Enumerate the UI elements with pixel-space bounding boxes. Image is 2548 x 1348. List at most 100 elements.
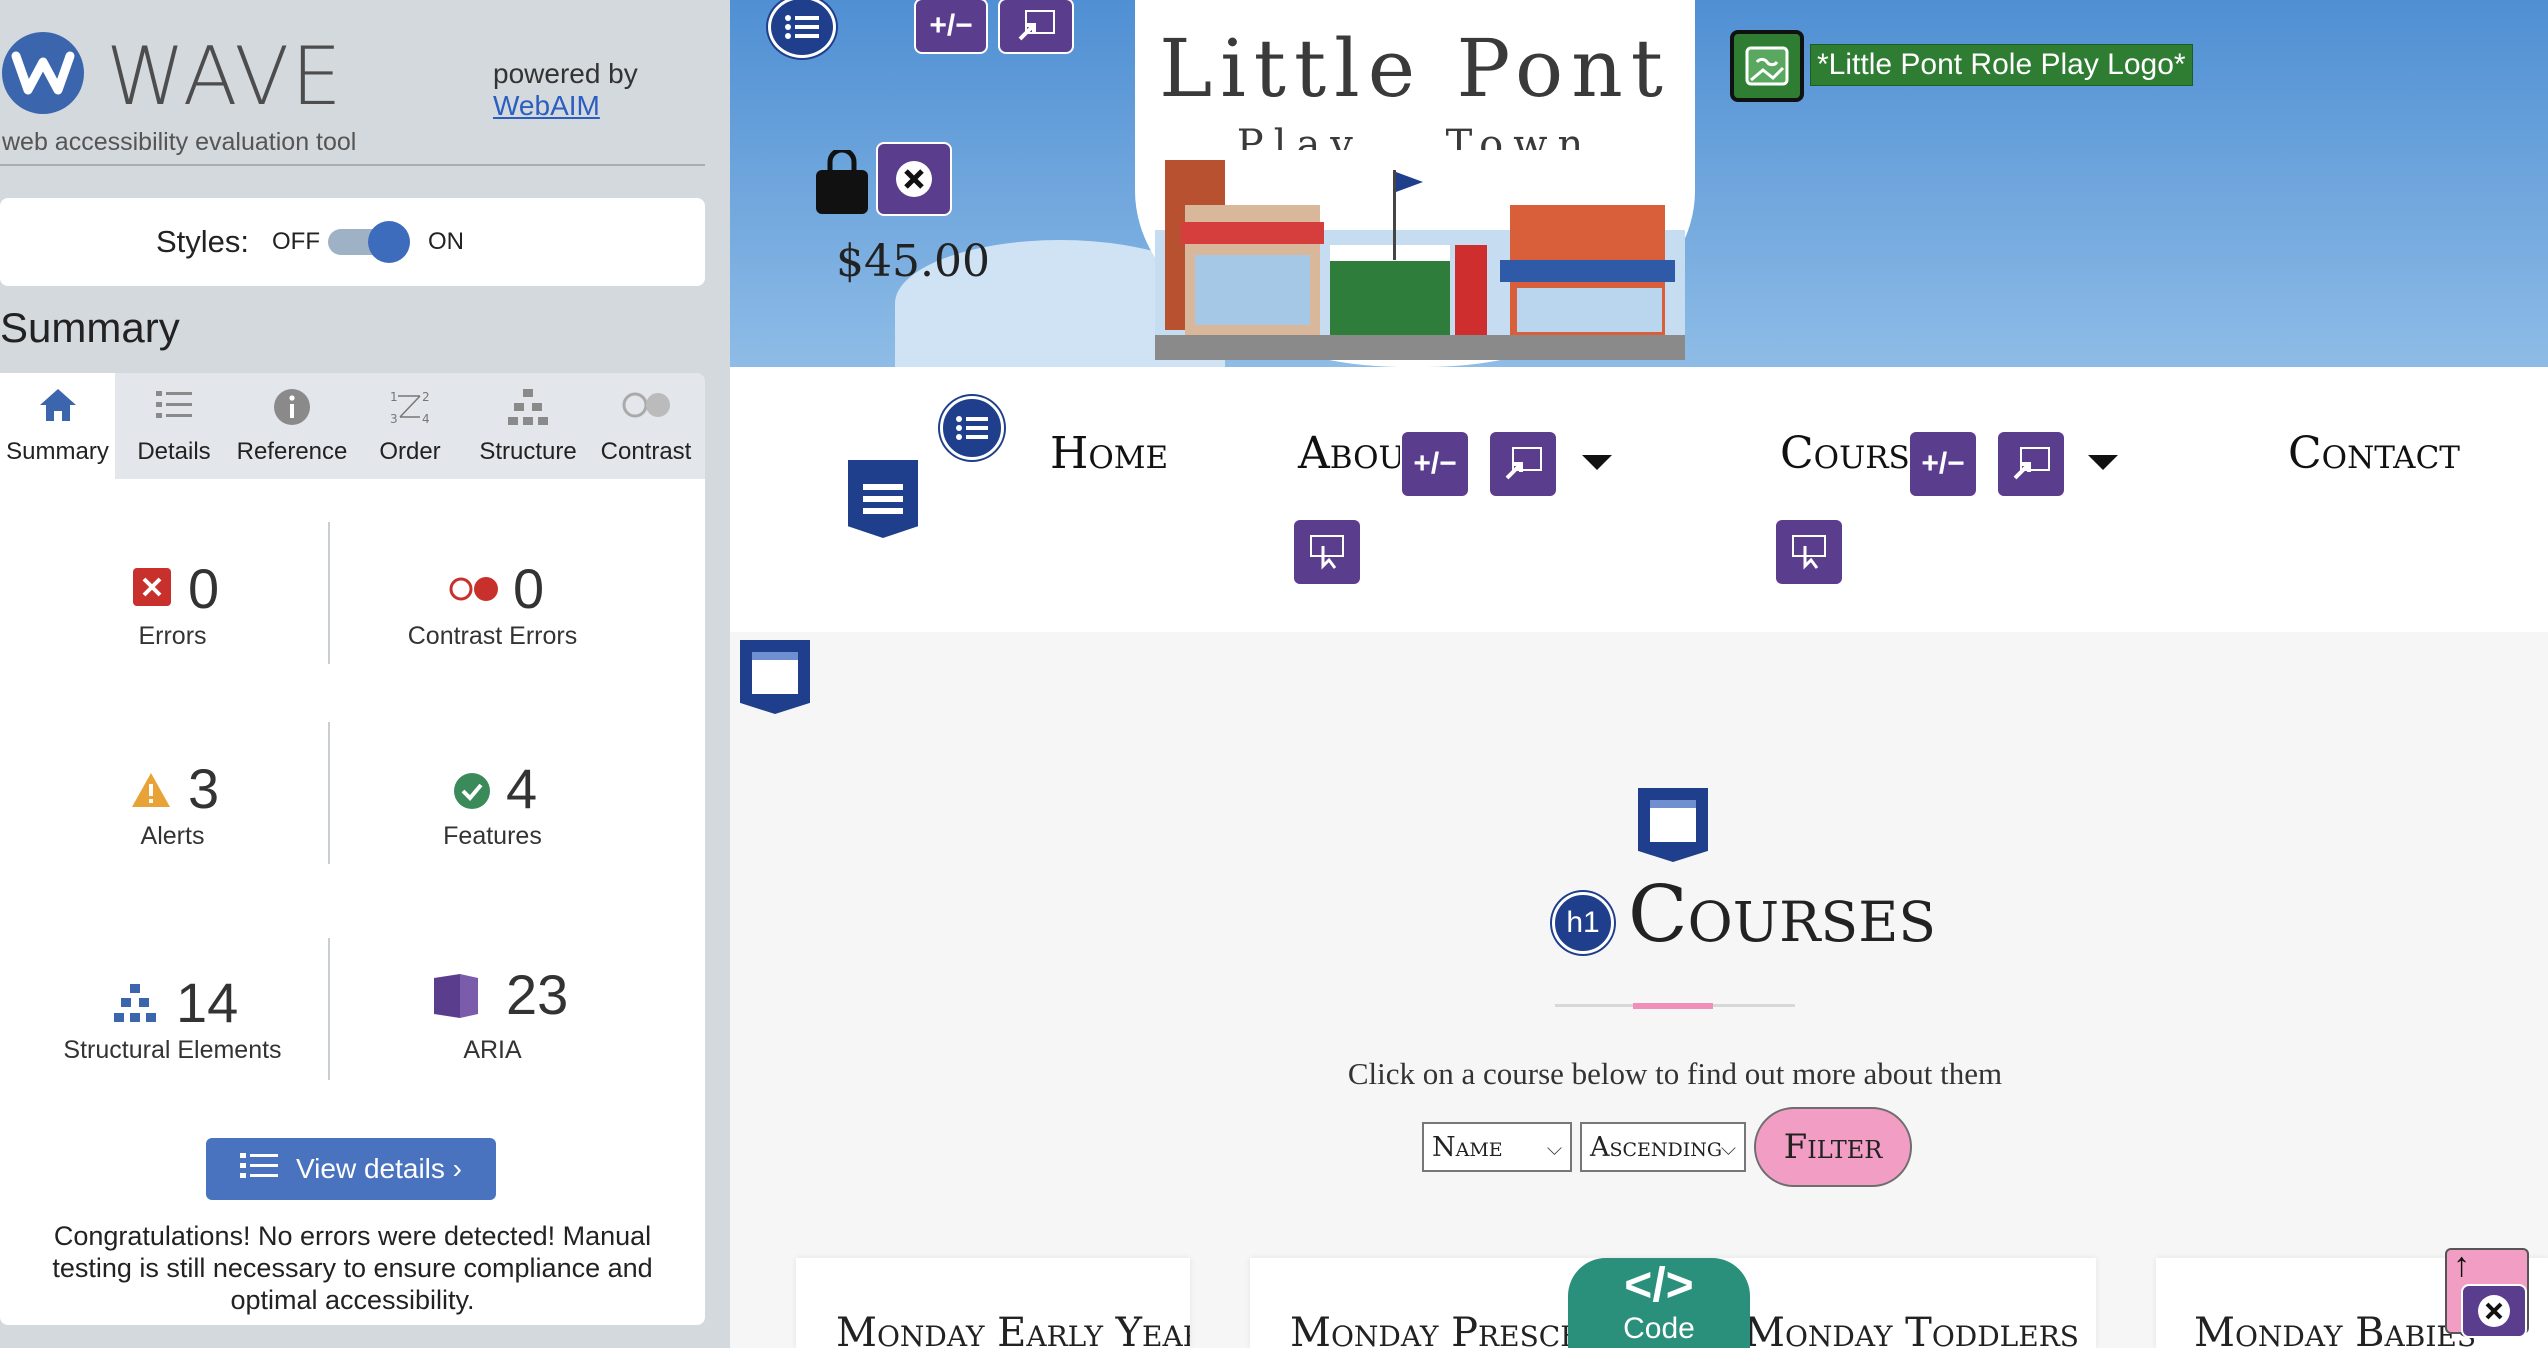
wave-logo-icon <box>2 32 84 114</box>
features-count[interactable]: 4 <box>506 756 537 821</box>
title-accent <box>1633 1003 1713 1009</box>
contrast-error-icon <box>448 575 500 608</box>
aria-label-badge[interactable]: +/− <box>916 0 986 52</box>
toggle-on-label: ON <box>428 228 464 255</box>
summary-heading: Summary <box>0 304 180 351</box>
structural-count[interactable]: 14 <box>176 970 238 1035</box>
code-button[interactable]: </> Code <box>1568 1258 1750 1348</box>
styles-toggle-knob[interactable] <box>368 221 410 263</box>
toggle-off-label: OFF <box>272 228 320 255</box>
aria-tab-icon[interactable] <box>1294 520 1360 584</box>
nav-contact[interactable]: Contact <box>2288 428 2460 479</box>
tab-structure[interactable]: Structure <box>469 373 587 479</box>
sort-field-value: Name <box>1432 1131 1503 1163</box>
errors-label: Errors <box>138 622 207 650</box>
styles-label: Styles: <box>156 224 250 259</box>
stat-divider <box>328 938 330 1080</box>
powered-by-text: powered by <box>493 58 638 89</box>
cart-total[interactable]: $45.00 <box>836 236 990 287</box>
course-card-title: Monday Toddlers <box>1744 1310 2079 1348</box>
aria-close-icon[interactable] <box>878 144 950 214</box>
features-label: Features <box>443 822 542 850</box>
nav-home[interactable]: Home <box>1050 428 1168 479</box>
list-icon <box>768 0 840 64</box>
intro-text: Click on a course below to find out more… <box>1347 1056 2003 1091</box>
aria-popup-icon[interactable] <box>1998 432 2064 496</box>
code-icon: </> <box>1624 1259 1694 1312</box>
stat-divider <box>328 522 330 664</box>
course-card-title: Monday Early Years <box>836 1310 1190 1348</box>
code-label: Code <box>1623 1312 1695 1345</box>
arrow-up-icon: ↑ <box>2453 1246 2470 1284</box>
alert-icon <box>130 771 172 814</box>
wave-tagline: web accessibility evaluation tool <box>2 128 357 156</box>
structure-element-icon <box>112 982 158 1029</box>
navigation-landmark-icon <box>848 460 918 538</box>
course-card-title: Monday Babies <box>2194 1310 2477 1348</box>
tab-contrast[interactable]: Contrast <box>587 373 705 479</box>
contrast-errors-label: Contrast Errors <box>407 622 578 650</box>
course-card[interactable]: Monday Early Years <box>796 1258 1190 1348</box>
sidebar-border <box>705 0 730 1348</box>
error-icon <box>133 568 171 611</box>
tab-summary-label: Summary <box>6 438 109 465</box>
aria-popup-icon[interactable] <box>1000 0 1072 52</box>
svg-text:1: 1 <box>390 390 398 404</box>
webaim-link[interactable]: WebAIM <box>493 90 600 122</box>
tab-contrast-label: Contrast <box>600 438 692 465</box>
logo-alt-text: *Little Pont Role Play Logo* <box>1810 44 2193 86</box>
divider <box>0 164 705 166</box>
chevron-down-icon[interactable] <box>1582 455 1612 470</box>
aria-tab-icon[interactable] <box>1776 520 1842 584</box>
aria-label-badge[interactable]: +/− <box>1910 432 1976 496</box>
aria-count[interactable]: 23 <box>506 962 568 1027</box>
svg-text:3: 3 <box>390 412 398 426</box>
town-illustration <box>1155 150 1685 360</box>
main-landmark-icon <box>740 640 810 714</box>
congratulations-message: Congratulations! No errors were detected… <box>52 1221 653 1315</box>
h1-badge[interactable]: h1 <box>1552 892 1614 954</box>
aria-popup-icon[interactable] <box>1490 432 1556 496</box>
site-title: Little Pont <box>1159 22 1671 115</box>
alerts-count[interactable]: 3 <box>188 756 219 821</box>
tab-details[interactable]: Details <box>115 373 233 479</box>
tab-details-label: Details <box>137 438 211 465</box>
page-title: Courses <box>1628 870 1937 960</box>
alerts-label: Alerts <box>140 822 205 850</box>
contrast-errors-count[interactable]: 0 <box>513 556 544 621</box>
svg-text:4: 4 <box>422 412 430 426</box>
back-to-top-button[interactable]: ↑ <box>2445 1246 2529 1336</box>
aria-label: ARIA <box>463 1036 522 1064</box>
tab-reference[interactable]: Reference <box>233 373 351 479</box>
list-icon <box>940 396 1004 460</box>
tab-order-label: Order <box>379 438 441 465</box>
aria-close-icon <box>2463 1286 2525 1336</box>
sort-field-select[interactable]: Name ⌵ <box>1422 1122 1572 1172</box>
section-landmark-icon <box>1638 788 1708 862</box>
order-icon: 1 2 3 4 <box>388 387 432 436</box>
filter-button[interactable]: Filter <box>1754 1107 1912 1187</box>
shopping-bag-icon[interactable] <box>812 147 872 221</box>
tab-summary[interactable]: Summary <box>0 373 115 479</box>
sort-order-select[interactable]: Ascending ⌵ <box>1580 1122 1746 1172</box>
aria-label-badge[interactable]: +/− <box>1402 432 1468 496</box>
view-details-button[interactable]: View details › <box>206 1138 496 1200</box>
sort-order-value: Ascending <box>1590 1131 1723 1163</box>
chevron-down-icon: ⌵ <box>1720 1136 1736 1160</box>
tab-reference-label: Reference <box>236 438 348 465</box>
structural-label: Structural Elements <box>63 1036 282 1064</box>
tab-structure-label: Structure <box>479 438 577 465</box>
list-icon <box>239 1151 278 1188</box>
main-navigation <box>730 367 2548 632</box>
chevron-down-icon: ⌵ <box>1546 1136 1562 1160</box>
home-icon <box>38 387 78 432</box>
tab-order[interactable]: 1 2 3 4 Order <box>351 373 469 479</box>
linked-image-icon <box>1730 30 1804 102</box>
feature-icon <box>453 772 491 815</box>
svg-text:2: 2 <box>422 390 430 404</box>
contrast-icon <box>620 387 672 429</box>
info-icon <box>272 387 312 436</box>
errors-count[interactable]: 0 <box>188 556 219 621</box>
chevron-down-icon[interactable] <box>2088 455 2118 470</box>
aria-icon <box>432 972 480 1025</box>
